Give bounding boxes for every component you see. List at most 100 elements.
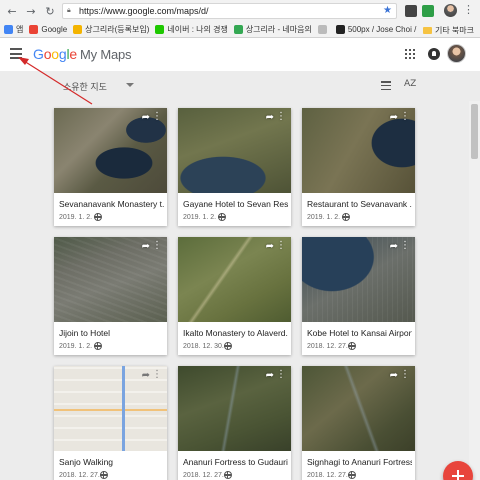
map-thumbnail[interactable] [302, 108, 415, 193]
bookmark-label: 상그리라(등록보입) [85, 25, 150, 34]
map-thumbnail[interactable] [54, 366, 167, 451]
share-icon[interactable]: ➦ [266, 112, 274, 123]
browser-profile-avatar[interactable] [444, 4, 457, 17]
maps-toolbar: 소유한 지도 AZ [0, 71, 480, 101]
bookmark-apps[interactable]: 앱 [4, 24, 23, 35]
map-date: 2018. 12. 27. [183, 472, 224, 479]
hamburger-menu-icon[interactable] [10, 48, 22, 59]
google-favicon-icon [29, 25, 39, 34]
bookmark-shangrila[interactable]: 상그리라(등록보입) [73, 24, 149, 35]
browser-menu-icon[interactable]: ⋮ [463, 3, 474, 16]
map-thumbnail[interactable] [302, 237, 415, 322]
share-icon[interactable]: ➦ [390, 241, 398, 252]
bookmark-shangrila-2[interactable]: 상그리라 - 네마음의 [233, 24, 312, 35]
map-date: 2018. 12. 27. [307, 472, 348, 479]
map-thumbnail[interactable] [54, 237, 167, 322]
other-bookmarks-label: 기타 북마크 [434, 26, 474, 35]
more-options-icon[interactable]: ⋮ [400, 240, 410, 251]
map-card[interactable]: ➦ ⋮ Restaurant to Sevanavank ... 2019. 1… [302, 108, 415, 226]
map-title: Signhagi to Ananuri Fortress [307, 457, 412, 467]
more-options-icon[interactable]: ⋮ [276, 240, 286, 251]
public-globe-icon [342, 213, 350, 221]
public-globe-icon [224, 471, 232, 479]
scrollbar-thumb[interactable] [471, 104, 478, 159]
other-bookmarks[interactable]: 기타 북마크 [420, 25, 474, 36]
browser-toolbar: ← → ↻ 🔒︎ https://www.google.com/maps/d/ … [0, 0, 480, 22]
naver-favicon-icon [155, 25, 165, 34]
share-icon[interactable]: ➦ [142, 112, 150, 123]
map-card[interactable]: ➦ ⋮ Kobe Hotel to Kansai Airport 2018. 1… [302, 237, 415, 355]
lock-icon: 🔒︎ [67, 7, 71, 14]
map-title: Gayane Hotel to Sevan Rest... [183, 199, 288, 209]
bookmarks-bar: 앱 Google 상그리라(등록보입) 네이버 : 나의 경쟁 상그리라 - 네… [0, 22, 480, 38]
map-date: 2019. 1. 2. [59, 343, 93, 350]
share-icon[interactable]: ➦ [142, 241, 150, 252]
notifications-icon[interactable] [428, 48, 440, 60]
share-icon[interactable]: ➦ [390, 112, 398, 123]
back-arrow-icon[interactable]: ← [5, 4, 19, 18]
url-bar[interactable]: 🔒︎ https://www.google.com/maps/d/ ★ [62, 3, 397, 19]
more-options-icon[interactable]: ⋮ [276, 111, 286, 122]
more-options-icon[interactable]: ⋮ [400, 111, 410, 122]
bookmark-label: 네이버 : 나의 경쟁 [167, 25, 228, 34]
map-title: Kobe Hotel to Kansai Airport [307, 328, 412, 338]
dropdown-caret-icon[interactable] [126, 83, 134, 87]
bookmark-blank[interactable] [317, 25, 330, 34]
page-favicon-icon [317, 25, 327, 34]
public-globe-icon [94, 213, 102, 221]
map-thumbnail[interactable] [178, 366, 291, 451]
map-title: Restaurant to Sevanavank ... [307, 199, 412, 209]
map-title: Jijoin to Hotel [59, 328, 111, 338]
map-title: Sevananavank Monastery t... [59, 199, 164, 209]
evernote-extension-icon[interactable] [422, 5, 434, 17]
map-title: Sanjo Walking [59, 457, 114, 467]
share-icon[interactable]: ➦ [142, 370, 150, 381]
list-view-icon[interactable] [381, 81, 391, 90]
account-avatar[interactable] [447, 44, 466, 63]
more-options-icon[interactable]: ⋮ [152, 369, 162, 380]
map-card[interactable]: ➦ ⋮ Sevananavank Monastery t... 2019. 1.… [54, 108, 167, 226]
map-title: Ananuri Fortress to Gudauri [183, 457, 288, 467]
bookmark-label: 상그리라 - 네마음의 [245, 25, 312, 34]
bookmark-star-icon[interactable]: ★ [383, 5, 392, 16]
map-date: 2018. 12. 27. [59, 472, 100, 479]
map-card[interactable]: ➦ ⋮ Jijoin to Hotel 2019. 1. 2. [54, 237, 167, 355]
forward-arrow-icon[interactable]: → [24, 4, 38, 18]
map-date: 2019. 1. 2. [307, 214, 341, 221]
map-date: 2019. 1. 2. [59, 214, 93, 221]
sort-az-icon[interactable]: AZ [404, 79, 416, 89]
app-header: Google My Maps [0, 38, 480, 71]
map-card[interactable]: ➦ ⋮ Signhagi to Ananuri Fortress 2018. 1… [302, 366, 415, 480]
public-globe-icon [224, 342, 232, 350]
map-thumbnail[interactable] [178, 108, 291, 193]
bookmark-google[interactable]: Google [29, 25, 67, 34]
reload-icon[interactable]: ↻ [43, 4, 57, 18]
my-maps-logo[interactable]: Google My Maps [33, 46, 132, 62]
more-options-icon[interactable]: ⋮ [152, 111, 162, 122]
map-card[interactable]: ➦ ⋮ Ikalto Monastery to Alaverd... 2018.… [178, 237, 291, 355]
extension-icon[interactable] [405, 5, 417, 17]
bookmark-naver[interactable]: 네이버 : 나의 경쟁 [155, 24, 228, 35]
map-thumbnail[interactable] [178, 237, 291, 322]
more-options-icon[interactable]: ⋮ [400, 369, 410, 380]
map-card[interactable]: ➦ ⋮ Gayane Hotel to Sevan Rest... 2019. … [178, 108, 291, 226]
share-icon[interactable]: ➦ [390, 370, 398, 381]
owned-maps-filter[interactable]: 소유한 지도 [63, 80, 107, 93]
url-text[interactable]: https://www.google.com/maps/d/ [79, 6, 209, 16]
blog-favicon-icon [233, 25, 243, 34]
map-date: 2018. 12. 30. [183, 343, 224, 350]
product-name: My Maps [80, 47, 132, 62]
map-card[interactable]: ➦ ⋮ Ananuri Fortress to Gudauri 2018. 12… [178, 366, 291, 480]
map-thumbnail[interactable] [302, 366, 415, 451]
more-options-icon[interactable]: ⋮ [276, 369, 286, 380]
map-thumbnail[interactable] [54, 108, 167, 193]
share-icon[interactable]: ➦ [266, 370, 274, 381]
500px-favicon-icon [335, 25, 345, 34]
blog-favicon-icon [73, 25, 83, 34]
map-card[interactable]: ➦ ⋮ Sanjo Walking 2018. 12. 27. [54, 366, 167, 480]
bookmark-500px[interactable]: 500px / Jose Choi / [335, 25, 416, 34]
google-apps-grid-icon[interactable] [405, 49, 415, 59]
more-options-icon[interactable]: ⋮ [152, 240, 162, 251]
map-date: 2019. 1. 2. [183, 214, 217, 221]
share-icon[interactable]: ➦ [266, 241, 274, 252]
